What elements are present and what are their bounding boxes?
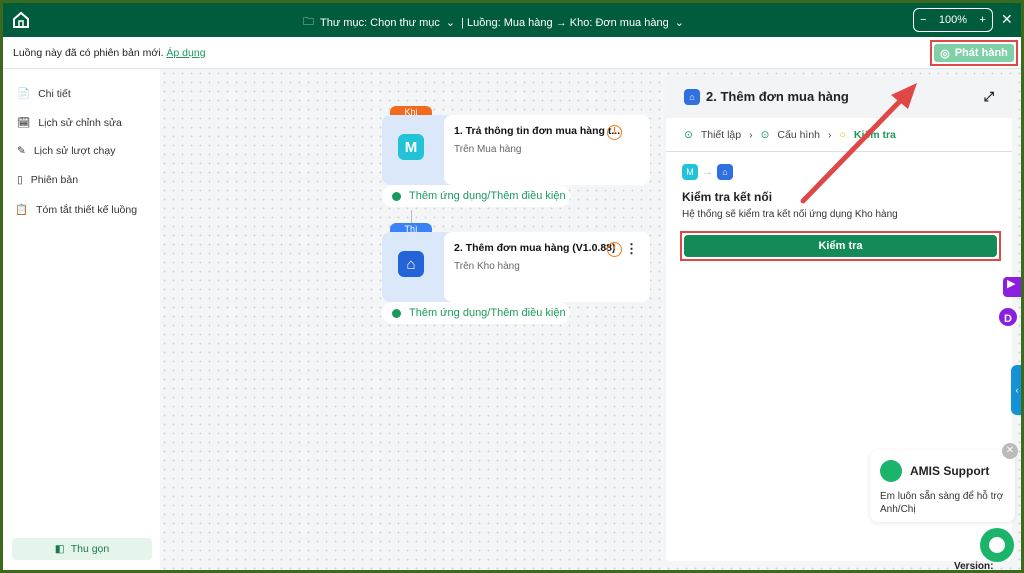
sidebar-item-details[interactable]: 📄 Chi tiết [17,87,71,101]
folder-selector[interactable]: Thư mục: Chọn thư mục [320,17,440,29]
sidebar: 📄 Chi tiết 🗓 Lịch sử chỉnh sửa ✎ Lịch sử lư… [3,69,160,570]
add-app-condition-button[interactable]: Thêm ứng dụng/Thêm điều kiện [382,185,570,207]
video-widget-icon[interactable]: ▶ [1003,277,1021,297]
section-title: Kiểm tra kết nối [682,190,773,204]
add-label: Thêm ứng dụng/Thêm điều kiện [409,307,566,319]
sidebar-item-summary[interactable]: 📋 Tóm tắt thiết kế luồng [15,203,138,217]
clipboard-icon: 📋 [15,204,29,216]
flow-node-trigger[interactable]: M 1. Trả thông tin đơn mua hàng t... Trên… [382,115,650,185]
support-message: Em luôn sẵn sàng để hỗ trợ Anh/Chị [880,491,1004,515]
sidebar-item-edit-history[interactable]: 🗓 Lịch sử chỉnh sửa [17,116,122,130]
publish-label: Phát hành [954,47,1008,59]
version-icon: ▯ [17,174,23,186]
plus-icon [392,308,401,318]
publish-button[interactable]: ◎ Phát hành [930,40,1018,66]
collapse-button[interactable]: ◧ Thu gọn [12,538,152,560]
node-subtitle: Trên Kho hàng [454,261,520,272]
chevron-down-icon[interactable]: ⌄ [675,16,684,29]
sidebar-item-label: Lịch sử chỉnh sửa [38,116,122,129]
zoom-control: − 100% + [913,8,993,32]
zoom-in-button[interactable]: + [979,14,985,26]
sidebar-item-label: Lịch sử lượt chạy [33,145,116,157]
kho-hang-app-icon: ⌂ [398,251,424,277]
support-popup: AMIS Support Em luôn sẵn sàng để hỗ trợ … [870,450,1015,522]
apply-link[interactable]: Áp dụng [166,47,205,59]
d-avatar[interactable]: D [997,306,1019,328]
section-description: Hệ thống sẽ kiểm tra kết nối ứng dụng Kh… [682,209,898,220]
step-test[interactable]: Kiểm tra [854,129,896,141]
sidebar-item-label: Phiên bản [30,174,79,186]
close-support-icon[interactable]: ✕ [1002,443,1018,459]
pencil-icon: ✎ [17,145,26,157]
globe-icon: ◎ [940,47,950,60]
flow-selector[interactable]: | Luồng: Mua hàng → Kho: Đơn mua hàng [461,17,669,29]
side-panel-toggle[interactable]: ‹ [1011,365,1021,415]
notice-text: Luồng này đã có phiên bản mới. [13,47,164,59]
more-options-icon[interactable]: ⋮ [625,241,638,257]
kho-hang-app-icon: ⌂ [684,88,700,105]
home-icon[interactable] [11,10,31,30]
collapse-icon: ◧ [54,543,65,555]
panel-title: 2. Thêm đơn mua hàng [706,89,849,104]
warning-icon[interactable]: ! [607,125,622,140]
check-connection-button[interactable]: Kiểm tra [680,231,1001,261]
flow-node-action[interactable]: ⌂ 2. Thêm đơn mua hàng (V1.0.88) Trên Kho… [382,232,650,302]
connection-apps: M → ⌂ [682,164,996,180]
sidebar-item-label: Tóm tắt thiết kế luồng [36,203,138,216]
app-window: 🗀 Thư mục: Chọn thư mục ⌄ | Luồng: Mua h… [3,3,1021,570]
chevron-down-icon[interactable]: ⌄ [446,16,455,29]
collapse-label: Thu gọn [70,543,110,555]
plus-icon [392,191,401,201]
folder-icon: 🗀 [303,16,314,28]
calendar-icon: 🗓 [17,117,31,129]
sidebar-item-label: Chi tiết [38,87,71,100]
bot-icon [880,460,902,482]
new-version-bar: Luồng này đã có phiên bản mới. Áp dụng ◎… [3,37,1021,69]
chat-bot-button[interactable] [980,528,1014,562]
version-label: Version: 1.0.0.1 [954,561,994,570]
zoom-level: 100% [938,14,968,26]
add-app-condition-button[interactable]: Thêm ứng dụng/Thêm điều kiện [382,302,570,324]
add-label: Thêm ứng dụng/Thêm điều kiện [409,190,566,202]
step-setup[interactable]: Thiết lập [701,129,741,141]
check-button-label: Kiểm tra [684,235,997,257]
node-subtitle: Trên Mua hàng [454,144,522,155]
check-circle-icon: ⊙ [760,128,770,141]
top-header: 🗀 Thư mục: Chọn thư mục ⌄ | Luồng: Mua h… [3,3,1021,37]
expand-icon[interactable]: ⤢ [984,89,994,105]
check-circle-icon: ⊙ [684,128,693,141]
sidebar-item-run-history[interactable]: ✎ Lịch sử lượt chạy [17,145,115,157]
mua-hang-app-icon: M [682,164,698,180]
close-button[interactable]: ✕ [1001,11,1013,28]
document-icon: 📄 [17,88,31,100]
loading-icon: ○ [839,128,846,141]
warning-icon[interactable]: ! [607,242,622,257]
step-config[interactable]: Cấu hình [777,129,820,141]
sidebar-item-versions[interactable]: ▯ Phiên bản [17,174,78,186]
support-title: AMIS Support [910,464,990,478]
zoom-out-button[interactable]: − [920,14,926,26]
mua-hang-app-icon: M [398,134,424,160]
kho-hang-app-icon: ⌂ [717,164,733,180]
arrow-right-icon: → [702,166,713,178]
